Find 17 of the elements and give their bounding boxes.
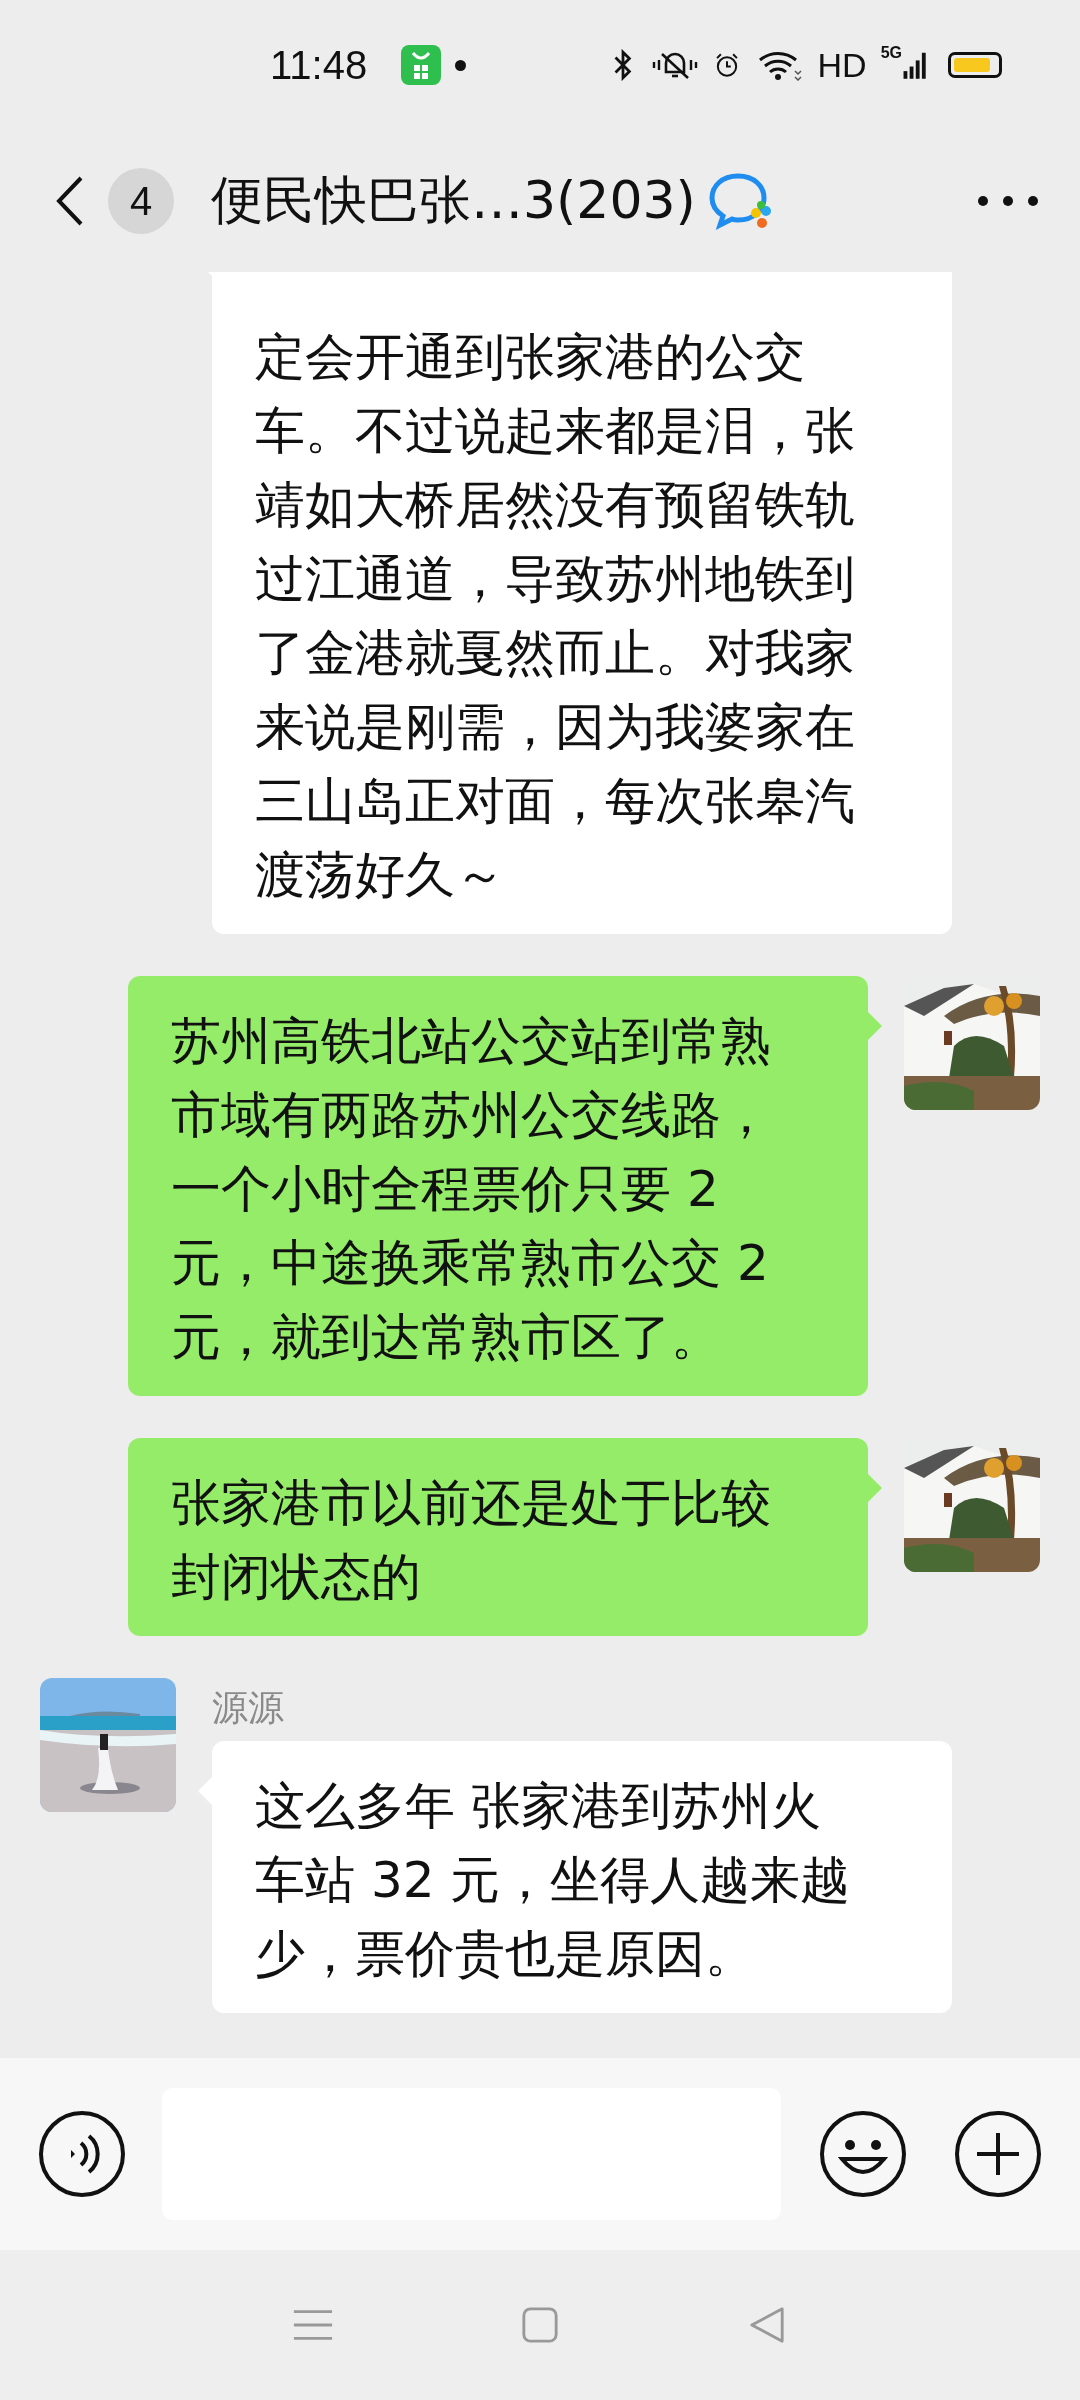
message-bubble: 张家港市以前还是处于比较 封闭状态的 — [128, 1438, 868, 1636]
battery-icon — [948, 52, 1002, 78]
emoji-icon[interactable] — [818, 2109, 908, 2199]
message-bubble: 这么多年 张家港到苏州火 车站 32 元，坐得人越来越 少，票价贵也是原因。 — [212, 1741, 952, 2014]
notification-dot — [455, 59, 467, 71]
back-icon[interactable] — [55, 174, 85, 228]
message-bubble: 定会开通到张家港的公交 车。不过说起来都是泪，张 靖如大桥居然没有预留铁轨 过江通道，导致苏州地铁到 了金港就戛然而止。对我家 来说是刚需，因为我婆家在 三山岛正对面，每次张皋汽 渡荡好久～ — [212, 272, 952, 934]
sender-name: 源源 — [212, 1686, 285, 1730]
chat-title: 便民快巴张…3(203) — [211, 169, 696, 232]
message-bubble: 苏州高铁北站公交站到常熟 市域有两路苏州公交线路， 一个小时全程票价只要 2 元，中途换乘常熟市公交 2 元，就到达常熟市区了。 — [128, 976, 868, 1396]
network-label: HD — [817, 45, 867, 85]
unread-count-badge: 4 — [108, 168, 174, 234]
clock-time: 11:48 — [270, 42, 368, 88]
more-icon[interactable] — [976, 194, 1040, 208]
add-icon[interactable] — [953, 2109, 1043, 2199]
voice-icon[interactable] — [37, 2109, 127, 2199]
app-notification-icon — [401, 45, 442, 85]
